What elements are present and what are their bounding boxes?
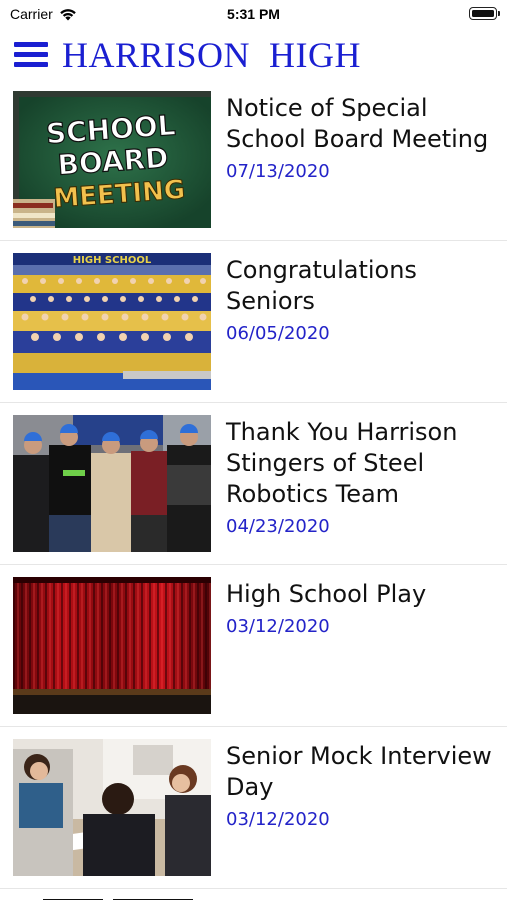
list-item[interactable]: High School Play 03/12/2020 (0, 565, 507, 727)
school-board-meeting-image: SCHOOL BOARD MEETING (13, 91, 211, 228)
news-list: SCHOOL BOARD MEETING Notice of Special S… (0, 79, 507, 889)
robotics-team-image (13, 415, 211, 552)
news-date: 07/13/2020 (226, 161, 330, 182)
news-title: Senior Mock Interview Day (226, 742, 492, 801)
partial-thumbnail-image (13, 895, 211, 900)
news-date: 03/12/2020 (226, 809, 330, 830)
battery-icon (469, 7, 500, 20)
graduating-seniors-image: HIGH SCHOOL (13, 253, 211, 390)
app-header: HARRISON HIGH (0, 30, 507, 78)
news-date: 03/12/2020 (226, 616, 330, 637)
app-title: HARRISON HIGH (62, 35, 362, 75)
list-item[interactable]: Thank You Harrison Stingers of Steel Rob… (0, 403, 507, 565)
news-title: Thank You Harrison Stingers of Steel Rob… (226, 418, 458, 508)
list-item[interactable]: HIGH SCHOOL Congratulations Seniors 06/0… (0, 241, 507, 403)
news-title: High School Play (226, 580, 427, 608)
news-date: 04/23/2020 (226, 516, 330, 537)
news-title: Notice of Special School Board Meeting (226, 94, 489, 153)
mock-interview-image (13, 739, 211, 876)
stage-curtain-image (13, 577, 211, 714)
news-date: 06/05/2020 (226, 323, 330, 344)
image-banner-text: HIGH SCHOOL (73, 255, 152, 266)
clock: 5:31 PM (227, 6, 280, 22)
list-item[interactable]: Senior Mock Interview Day 03/12/2020 (0, 727, 507, 889)
menu-icon[interactable] (14, 42, 48, 68)
list-item-partial[interactable] (0, 889, 507, 900)
news-title: Congratulations Seniors (226, 256, 417, 315)
status-bar: Carrier 5:31 PM (0, 0, 507, 28)
list-item[interactable]: SCHOOL BOARD MEETING Notice of Special S… (0, 79, 507, 241)
